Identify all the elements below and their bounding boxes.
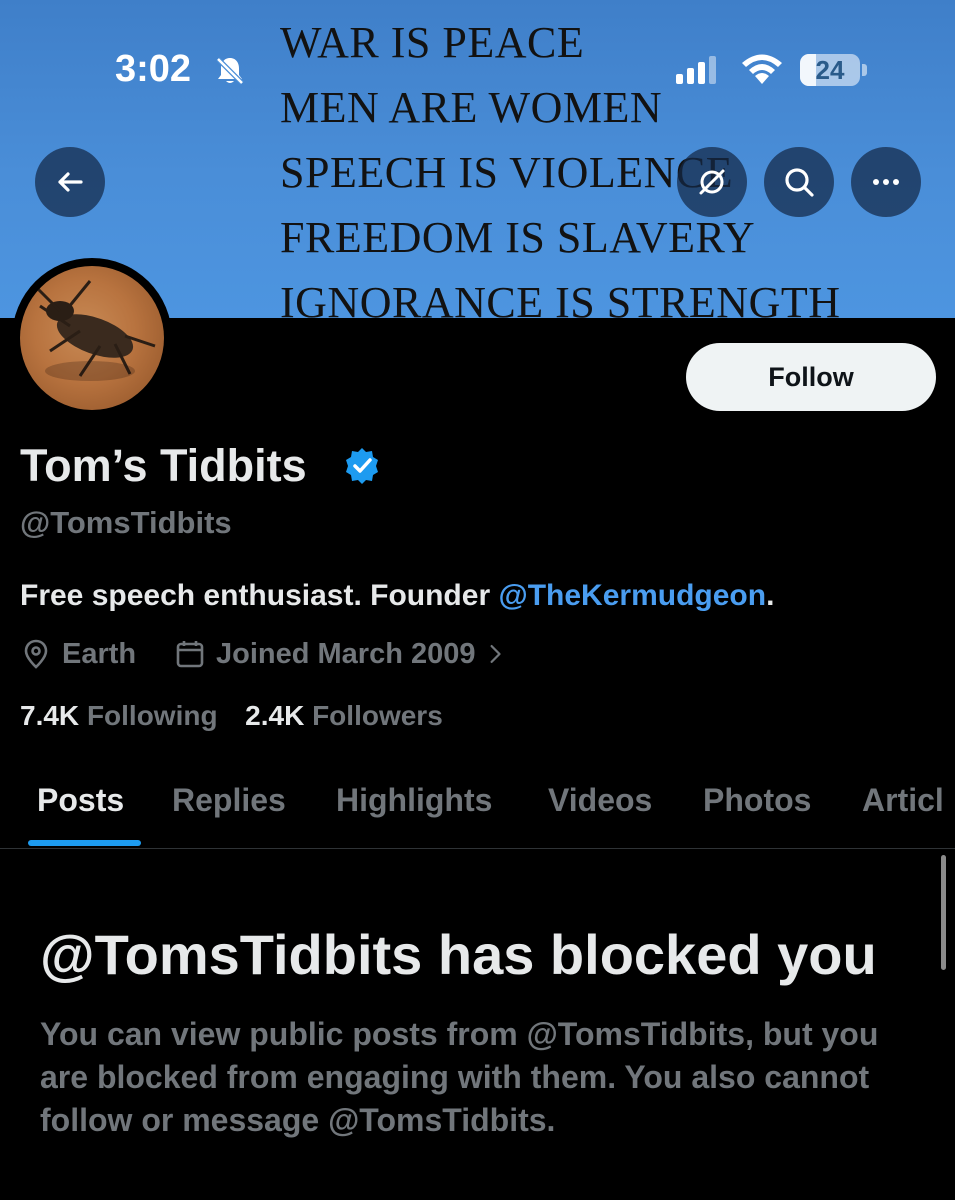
bio-text: Free speech enthusiast. Founder (20, 579, 499, 612)
grok-button[interactable] (677, 147, 747, 217)
followers-count: 2.4K (245, 700, 305, 731)
location-pin-icon (24, 639, 48, 669)
search-icon (785, 168, 814, 197)
battery-indicator: 24 (800, 54, 860, 86)
followers-link[interactable]: 2.4K Followers (245, 700, 443, 731)
active-tab-indicator (28, 840, 141, 846)
scrollbar[interactable] (941, 855, 946, 970)
tab-replies[interactable]: Replies (172, 782, 286, 819)
battery-level: 24 (815, 55, 845, 85)
verified-badge-icon (346, 448, 378, 484)
profile-location: Earth (20, 636, 136, 672)
battery-nub (862, 64, 867, 76)
tab-highlights[interactable]: Highlights (336, 782, 492, 819)
tab-videos[interactable]: Videos (548, 782, 652, 819)
avatar-image (33, 280, 156, 381)
display-name: Tom’s Tidbits (20, 440, 307, 491)
grok-icon (699, 169, 725, 195)
blocked-title: @TomsTidbits has blocked you (40, 923, 877, 986)
profile-stats: 7.4K Following 2.4K Followers (20, 700, 443, 732)
followers-label: Followers (312, 700, 443, 731)
more-button[interactable] (851, 147, 921, 217)
profile-handle: @TomsTidbits (20, 505, 232, 540)
banner-line: FREEDOM IS SLAVERY (280, 213, 756, 262)
bell-muted-icon (216, 57, 244, 85)
bio-end: . (766, 579, 775, 612)
tab-photos[interactable]: Photos (703, 782, 811, 819)
avatar[interactable] (20, 266, 164, 410)
back-button[interactable] (35, 147, 105, 217)
following-count: 7.4K (20, 700, 80, 731)
banner-line: IGNORANCE IS STRENGTH (280, 278, 841, 318)
tab-posts[interactable]: Posts (37, 782, 124, 819)
following-link[interactable]: 7.4K Following (20, 700, 225, 731)
calendar-icon (176, 641, 204, 668)
banner-line: SPEECH IS VIOLENCE (280, 148, 734, 197)
wifi-icon (742, 54, 782, 84)
joined-text: Joined March 2009 (216, 637, 476, 670)
location-text: Earth (62, 637, 137, 670)
profile-bio: Free speech enthusiast. Founder @TheKerm… (20, 579, 774, 613)
chevron-right-icon (489, 644, 501, 664)
back-arrow-icon (58, 172, 83, 192)
profile-joined[interactable]: Joined March 2009 (174, 636, 520, 672)
search-button[interactable] (764, 147, 834, 217)
blocked-body: You can view public posts from @TomsTidb… (40, 1016, 879, 1138)
more-icon (873, 179, 899, 185)
tab-articles[interactable]: Articl (862, 782, 944, 819)
bio-mention-link[interactable]: @TheKermudgeon (498, 579, 766, 612)
follow-button[interactable]: Follow (686, 343, 936, 411)
following-label: Following (86, 700, 218, 731)
tabs-divider (0, 848, 955, 849)
cellular-signal-icon (676, 56, 716, 84)
status-time: 3:02 (115, 48, 192, 90)
